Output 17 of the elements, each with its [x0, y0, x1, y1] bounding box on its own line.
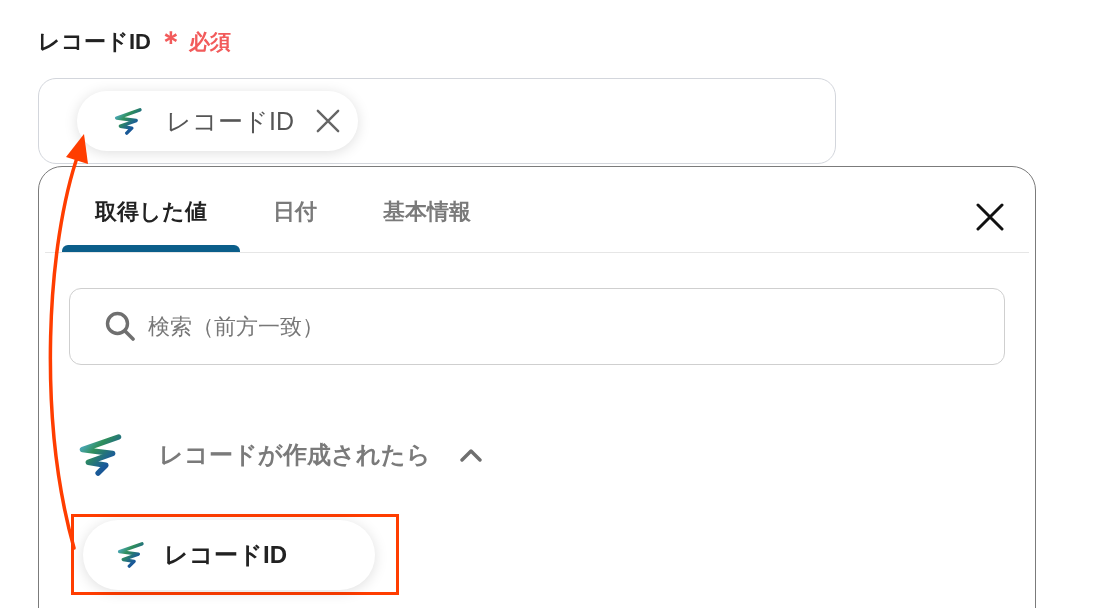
search-field[interactable]: 検索（前方一致） — [69, 288, 1005, 365]
swirl-logo-icon — [114, 107, 142, 135]
close-icon[interactable] — [976, 203, 1004, 231]
required-label: 必須 — [189, 29, 231, 55]
tab[interactable]: 基本情報 — [350, 197, 504, 252]
search-icon — [105, 311, 135, 341]
tab[interactable]: 取得した値 — [62, 197, 240, 252]
tab[interactable]: 日付 — [240, 197, 350, 252]
required-mark: ＊ — [157, 26, 185, 58]
group-header[interactable]: レコードが作成されたら — [39, 434, 482, 476]
variable-chip[interactable]: レコードID — [77, 91, 358, 151]
x-icon[interactable] — [316, 109, 340, 133]
value-field[interactable]: レコードID — [38, 78, 836, 164]
swirl-logo-icon — [117, 542, 144, 568]
field-label: レコードID — [38, 28, 151, 56]
variable-item[interactable]: レコードID — [83, 520, 375, 590]
swirl-logo-icon — [77, 434, 123, 476]
